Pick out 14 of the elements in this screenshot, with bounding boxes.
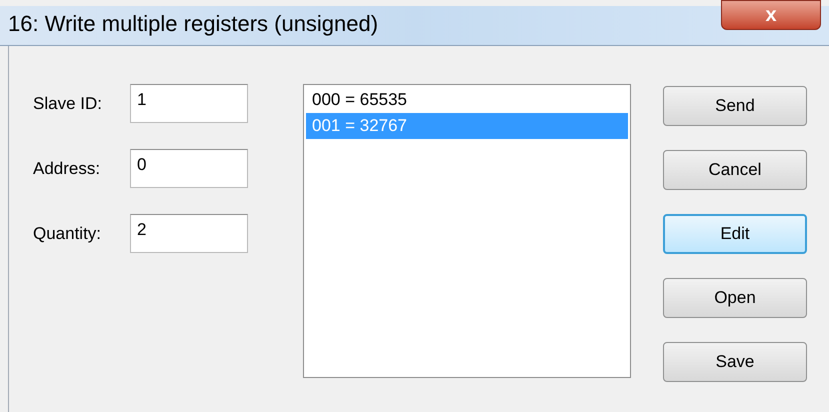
dialog-button[interactable]: Cancel <box>663 150 807 190</box>
field-label: Slave ID: <box>33 92 103 115</box>
dialog-button[interactable]: Open <box>663 278 807 318</box>
dialog-button[interactable]: Send <box>663 86 807 126</box>
dialog-button[interactable]: Save <box>663 342 807 382</box>
field-label: Address: <box>33 158 102 180</box>
dialog-button[interactable]: Edit <box>663 214 807 254</box>
input-field[interactable]: 1 <box>130 84 248 123</box>
input-field[interactable]: 0 <box>130 149 248 188</box>
list-item[interactable]: 000 = 65535 <box>306 87 628 113</box>
input-field[interactable]: 2 <box>130 214 248 253</box>
window-title: 16: Write multiple registers (unsigned) <box>8 10 378 38</box>
field-label: Quantity: <box>33 222 102 245</box>
register-list[interactable]: 000 = 65535 001 = 32767 <box>303 84 631 378</box>
